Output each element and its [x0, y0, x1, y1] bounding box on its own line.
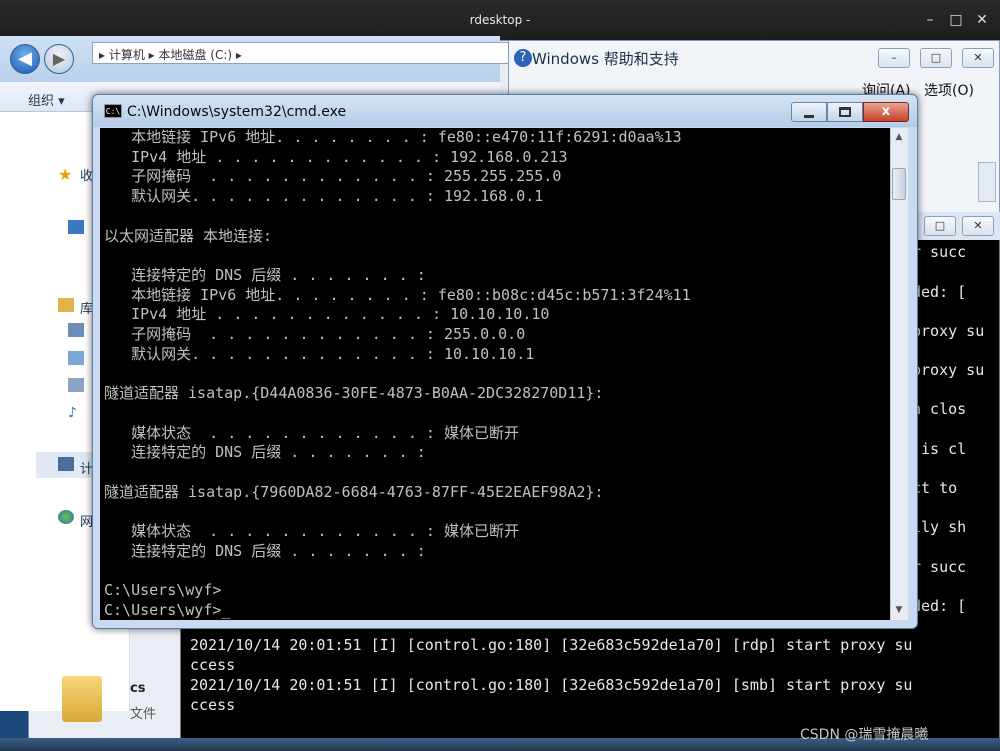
cmd-line: 子网掩码 . . . . . . . . . . . . : 255.0.0.0 [104, 325, 526, 344]
network-icon [58, 510, 74, 524]
cmd-line: 隧道适配器 isatap.{D44A0836-30FE-4873-B0AA-2D… [104, 384, 604, 403]
cmd-line [104, 404, 888, 424]
cmd-minimize-button[interactable] [791, 102, 827, 122]
back-button[interactable]: ◀ [10, 44, 40, 74]
cmd-line: 本地链接 IPv6 地址. . . . . . . . : fe80::b08c… [104, 285, 691, 304]
cmd-line [104, 502, 888, 522]
cmd-line: 默认网关. . . . . . . . . . . . . : 192.168.… [104, 187, 544, 206]
library-icon [58, 298, 74, 312]
file-type: 文件 [130, 707, 157, 722]
cmd-line: 连接特定的 DNS 后缀 . . . . . . . : [104, 265, 426, 284]
favorites-star-icon: ★ [58, 165, 73, 184]
help-close-button[interactable]: ✕ [962, 48, 994, 68]
log-line: ccess [190, 656, 236, 674]
log-fragment: r succ [912, 243, 967, 261]
picture-icon [68, 351, 84, 365]
help-scrollbar[interactable] [978, 162, 996, 202]
help-window-title: Windows 帮助和支持 [532, 50, 679, 68]
log-fragment: ded: [ [912, 283, 967, 301]
log-line: 2021/10/14 20:01:51 [I] [control.go:180]… [190, 676, 913, 694]
music-icon: ♪ [68, 405, 77, 421]
organize-button[interactable]: 组织 ▾ [28, 90, 65, 109]
cmd-line: 本地链接 IPv6 地址. . . . . . . . : fe80::e470… [104, 128, 682, 146]
cmd-line: 连接特定的 DNS 后缀 . . . . . . . : [104, 443, 426, 462]
help-question-icon: ? [514, 49, 532, 67]
log-fragment: lly sh [912, 518, 967, 536]
cmd-line [104, 246, 888, 266]
file-name[interactable]: cs [130, 681, 145, 696]
cmd-line: C:\Users\wyf> [104, 581, 222, 600]
minimize-icon [804, 115, 814, 118]
cmd-line [104, 207, 888, 227]
cmd-line: IPv4 地址 . . . . . . . . . . . . : 192.16… [104, 147, 568, 166]
scroll-down-arrow-icon[interactable]: ▼ [890, 602, 908, 618]
cmd-line: 媒体状态 . . . . . . . . . . . . : 媒体已断开 [104, 423, 519, 442]
log-fragment: is cl [912, 440, 967, 458]
rdesktop-title: rdesktop - [469, 13, 531, 27]
cmd-line: IPv4 地址 . . . . . . . . . . . . : 10.10.… [104, 305, 550, 324]
cmd-line: 隧道适配器 isatap.{7960DA82-6684-4763-87FF-45… [104, 482, 604, 501]
watermark: CSDN @瑞雪掩晨曦 [800, 727, 929, 743]
cmd-line: C:\Users\wyf>_ [104, 600, 231, 619]
help-minimize-button[interactable]: – [878, 48, 910, 68]
maximize-icon [839, 107, 851, 117]
cmd-close-button[interactable]: x [863, 102, 909, 122]
log-line: 2021/10/14 20:01:51 [I] [control.go:180]… [190, 636, 913, 654]
log-fragment: ct to [912, 479, 958, 497]
rdesktop-close-button[interactable]: ✕ [974, 12, 990, 28]
cmd-line [104, 463, 888, 483]
log-fragment: n clos [912, 400, 967, 418]
cmd-line: 媒体状态 . . . . . . . . . . . . : 媒体已断开 [104, 522, 519, 541]
cmd-output: 本地链接 IPv6 地址. . . . . . . . : fe80::e470… [104, 128, 888, 620]
log-fragment: ded: [ [912, 597, 967, 615]
log-fragment: r succ [912, 558, 967, 576]
cmd-line: 以太网适配器 本地连接: [104, 226, 273, 245]
log-fragment: proxy su [912, 361, 985, 379]
rdesktop-minimize-button[interactable]: – [922, 12, 938, 28]
computer-icon [58, 457, 74, 471]
log-maximize-button[interactable]: □ [924, 216, 956, 236]
forward-button[interactable]: ▶ [44, 44, 74, 74]
cmd-line [104, 364, 888, 384]
video-icon [68, 323, 84, 337]
cmd-line: 连接特定的 DNS 后缀 . . . . . . . : [104, 541, 426, 560]
log-line: ccess [190, 696, 236, 714]
help-maximize-button[interactable]: □ [920, 48, 952, 68]
rdesktop-maximize-button[interactable]: □ [948, 12, 964, 28]
cmd-scrollbar[interactable] [890, 128, 908, 620]
cmd-maximize-button[interactable] [827, 102, 863, 122]
cmd-line: 子网掩码 . . . . . . . . . . . . : 255.255.2… [104, 167, 562, 186]
scrollbar-thumb[interactable] [892, 168, 906, 200]
cmd-window-title: C:\Windows\system32\cmd.exe [127, 104, 347, 120]
log-fragment: proxy su [912, 322, 985, 340]
document-icon [68, 378, 84, 392]
cmd-line: 默认网关. . . . . . . . . . . . . : 10.10.10… [104, 344, 535, 363]
address-bar[interactable]: ▸ 计算机 ▸ 本地磁盘 (C:) ▸ [92, 42, 512, 64]
help-menu-options[interactable]: 选项(O) [924, 80, 974, 100]
cmd-line [104, 561, 888, 581]
cmd-app-icon: C:\ [104, 104, 122, 118]
scroll-up-arrow-icon[interactable]: ▲ [890, 129, 908, 145]
folder-icon[interactable] [62, 676, 102, 722]
log-close-button[interactable]: ✕ [962, 216, 994, 236]
desktop-icon [68, 220, 84, 234]
